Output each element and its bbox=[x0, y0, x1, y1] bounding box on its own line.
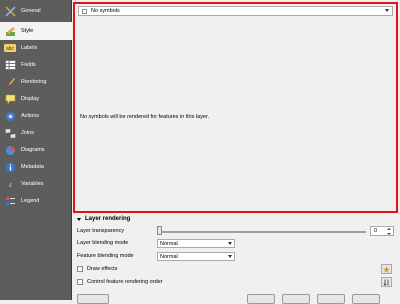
draw-effects-label: Draw effects bbox=[87, 266, 118, 272]
metadata-info-icon bbox=[4, 161, 16, 173]
transparency-value: 0 bbox=[374, 228, 378, 234]
sidebar-item-label: General bbox=[21, 8, 41, 14]
sidebar-item-diagrams[interactable]: Diagrams bbox=[0, 141, 72, 159]
transparency-spinbox[interactable]: 0 bbox=[370, 226, 394, 236]
actions-gear-icon bbox=[4, 110, 16, 122]
diagrams-pie-icon bbox=[4, 144, 16, 156]
renderer-dropdown[interactable]: No symbols bbox=[78, 6, 393, 16]
sidebar-item-general[interactable]: General bbox=[0, 2, 72, 20]
sidebar-item-label: Display bbox=[21, 96, 40, 102]
sidebar-item-label: Fields bbox=[21, 62, 36, 68]
transparency-slider-track[interactable] bbox=[158, 231, 366, 233]
order-by-button[interactable] bbox=[381, 277, 392, 287]
rendering-brush-icon bbox=[4, 76, 16, 88]
sidebar-item-fields[interactable]: Fields bbox=[0, 56, 72, 74]
sidebar-item-label: Rendering bbox=[21, 79, 47, 85]
sort-icon bbox=[383, 279, 389, 286]
feature-blending-select[interactable]: Normal bbox=[157, 252, 235, 261]
ok-button[interactable] bbox=[247, 294, 275, 304]
chevron-down-icon bbox=[228, 242, 232, 245]
sidebar-item-label: Actions bbox=[21, 113, 40, 119]
control-order-row[interactable]: Control feature rendering order bbox=[77, 279, 163, 285]
chevron-down-icon bbox=[385, 9, 389, 12]
spin-arrows-icon[interactable] bbox=[387, 228, 392, 235]
sidebar-item-variables[interactable]: ε Variables bbox=[0, 175, 72, 193]
draw-effects-row[interactable]: Draw effects bbox=[77, 266, 117, 272]
effects-settings-button[interactable] bbox=[381, 264, 392, 274]
variables-icon: ε bbox=[4, 178, 16, 190]
sidebar-item-label: Joins bbox=[21, 130, 34, 136]
control-order-label: Control feature rendering order bbox=[87, 279, 163, 285]
sidebar-item-label: Style bbox=[21, 28, 34, 34]
layer-blending-value: Normal bbox=[160, 240, 178, 247]
sidebar-item-actions[interactable]: Actions bbox=[0, 107, 72, 125]
style-brush-icon bbox=[4, 25, 16, 37]
draw-effects-checkbox[interactable] bbox=[77, 266, 83, 272]
sidebar-item-style[interactable]: Style bbox=[0, 22, 72, 40]
sidebar-item-labels[interactable]: abc Labels bbox=[0, 39, 72, 57]
general-tools-icon bbox=[4, 5, 16, 17]
transparency-label: Layer transparency bbox=[77, 228, 125, 234]
feature-blending-value: Normal bbox=[160, 253, 178, 260]
layer-rendering-header[interactable]: Layer rendering bbox=[77, 216, 130, 222]
sidebar: General Style abc Labels Fields Renderin… bbox=[0, 0, 72, 300]
svg-text:ε: ε bbox=[9, 181, 12, 189]
display-tooltip-icon bbox=[4, 93, 16, 105]
blending-label: Layer blending mode bbox=[77, 240, 129, 246]
fields-table-icon bbox=[4, 59, 16, 71]
sidebar-item-joins[interactable]: Joins bbox=[0, 124, 72, 142]
labels-abc-icon: abc bbox=[4, 42, 16, 54]
sidebar-item-rendering[interactable]: Rendering bbox=[0, 73, 72, 91]
help-button[interactable] bbox=[352, 294, 380, 304]
sidebar-item-label: Metadata bbox=[21, 164, 44, 170]
sidebar-item-label: Variables bbox=[21, 181, 44, 187]
control-order-checkbox[interactable] bbox=[77, 279, 83, 285]
svg-text:abc: abc bbox=[6, 46, 15, 52]
style-panel: No symbols No symbols will be rendered f… bbox=[73, 2, 398, 213]
sidebar-item-label: Legend bbox=[21, 198, 40, 204]
sidebar-item-label: Labels bbox=[21, 45, 38, 51]
renderer-swatch-icon bbox=[82, 9, 87, 14]
collapse-triangle-icon bbox=[77, 217, 81, 221]
feature-blending-label: Feature blending mode bbox=[77, 253, 134, 259]
layer-blending-select[interactable]: Normal bbox=[157, 239, 235, 248]
cancel-button[interactable] bbox=[282, 294, 310, 304]
layer-rendering-title: Layer rendering bbox=[85, 216, 131, 222]
transparency-slider-handle[interactable] bbox=[157, 226, 162, 235]
renderer-value: No symbols bbox=[91, 8, 120, 14]
star-effects-icon bbox=[383, 265, 390, 273]
joins-icon bbox=[4, 127, 16, 139]
chevron-down-icon bbox=[228, 255, 232, 258]
style-menu-button[interactable] bbox=[77, 294, 109, 304]
sidebar-item-metadata[interactable]: Metadata bbox=[0, 158, 72, 176]
sidebar-item-label: Diagrams bbox=[21, 147, 45, 153]
sidebar-item-display[interactable]: Display bbox=[0, 90, 72, 108]
sidebar-item-legend[interactable]: Legend bbox=[0, 192, 72, 210]
apply-button[interactable] bbox=[317, 294, 345, 304]
no-symbols-message: No symbols will be rendered for features… bbox=[80, 114, 210, 120]
legend-icon bbox=[4, 195, 16, 207]
